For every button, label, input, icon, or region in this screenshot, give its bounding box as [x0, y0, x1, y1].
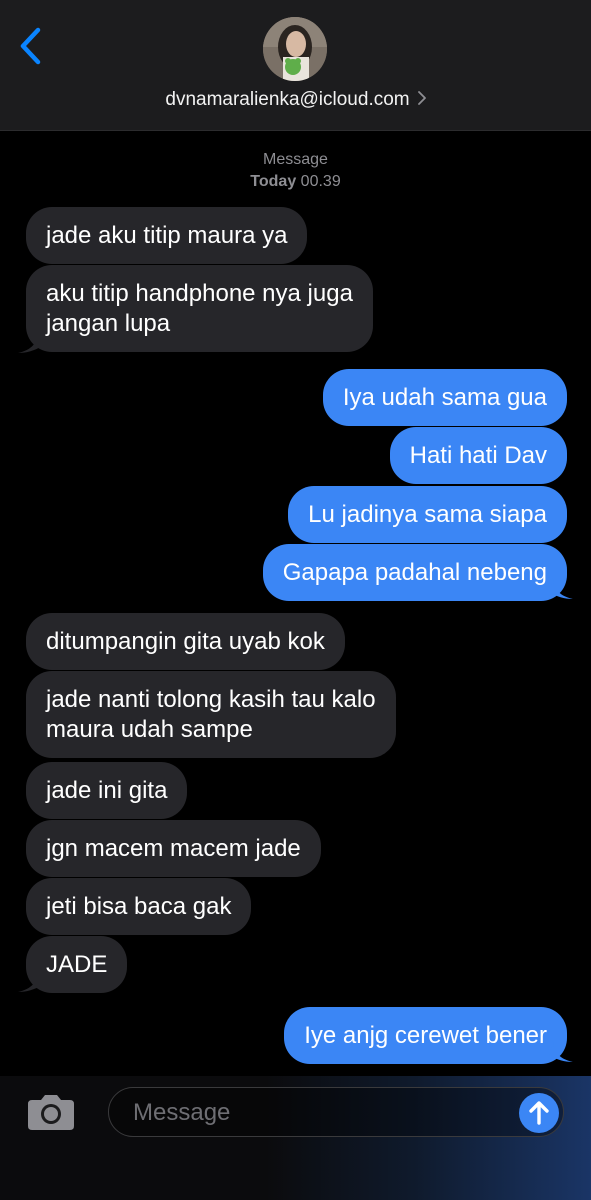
- outgoing-message[interactable]: Iya udah sama gua: [322, 369, 567, 426]
- incoming-message[interactable]: jade nanti tolong kasih tau kalo maura u…: [26, 671, 396, 758]
- contact-name[interactable]: dvnamaralienka@icloud.com: [0, 89, 591, 111]
- outgoing-message[interactable]: Iye anjg cerewet bener: [284, 1007, 567, 1064]
- incoming-message[interactable]: jeti bisa baca gak: [26, 878, 252, 935]
- send-button[interactable]: [519, 1093, 559, 1133]
- avatar[interactable]: [263, 17, 327, 81]
- camera-button[interactable]: [26, 1092, 76, 1132]
- bubble-tail: [549, 578, 573, 599]
- incoming-message[interactable]: jade ini gita: [26, 762, 188, 819]
- chevron-right-icon: [417, 91, 426, 105]
- back-button[interactable]: [14, 26, 50, 66]
- contact-email: dvnamaralienka@icloud.com: [165, 89, 410, 111]
- bubble-tail: [18, 332, 42, 353]
- message-input[interactable]: [131, 1096, 505, 1130]
- incoming-message[interactable]: ditumpangin gita uyab kok: [26, 613, 345, 670]
- message-input-container: [108, 1087, 564, 1137]
- camera-icon: [28, 1095, 74, 1130]
- conversation-header: dvnamaralienka@icloud.com: [0, 0, 591, 131]
- timestamp-day: Today: [250, 173, 297, 190]
- bubble-tail: [18, 971, 42, 992]
- incoming-message[interactable]: aku titip handphone nya juga jangan lupa: [26, 265, 373, 352]
- chevron-left-icon: [20, 27, 41, 65]
- outgoing-message[interactable]: Lu jadinya sama siapa: [288, 486, 567, 543]
- incoming-message[interactable]: jade aku titip maura ya: [26, 207, 308, 264]
- timestamp-time: 00.39: [300, 173, 341, 190]
- incoming-message[interactable]: jgn macem macem jade: [26, 820, 321, 877]
- service-label: Message: [263, 151, 328, 168]
- bubble-tail: [549, 1041, 573, 1062]
- arrow-up-icon: [529, 1101, 549, 1125]
- outgoing-message[interactable]: Hati hati Dav: [389, 427, 567, 484]
- conversation-timestamp: Message Today 00.39: [0, 149, 591, 193]
- outgoing-message[interactable]: Gapapa padahal nebeng: [262, 544, 567, 601]
